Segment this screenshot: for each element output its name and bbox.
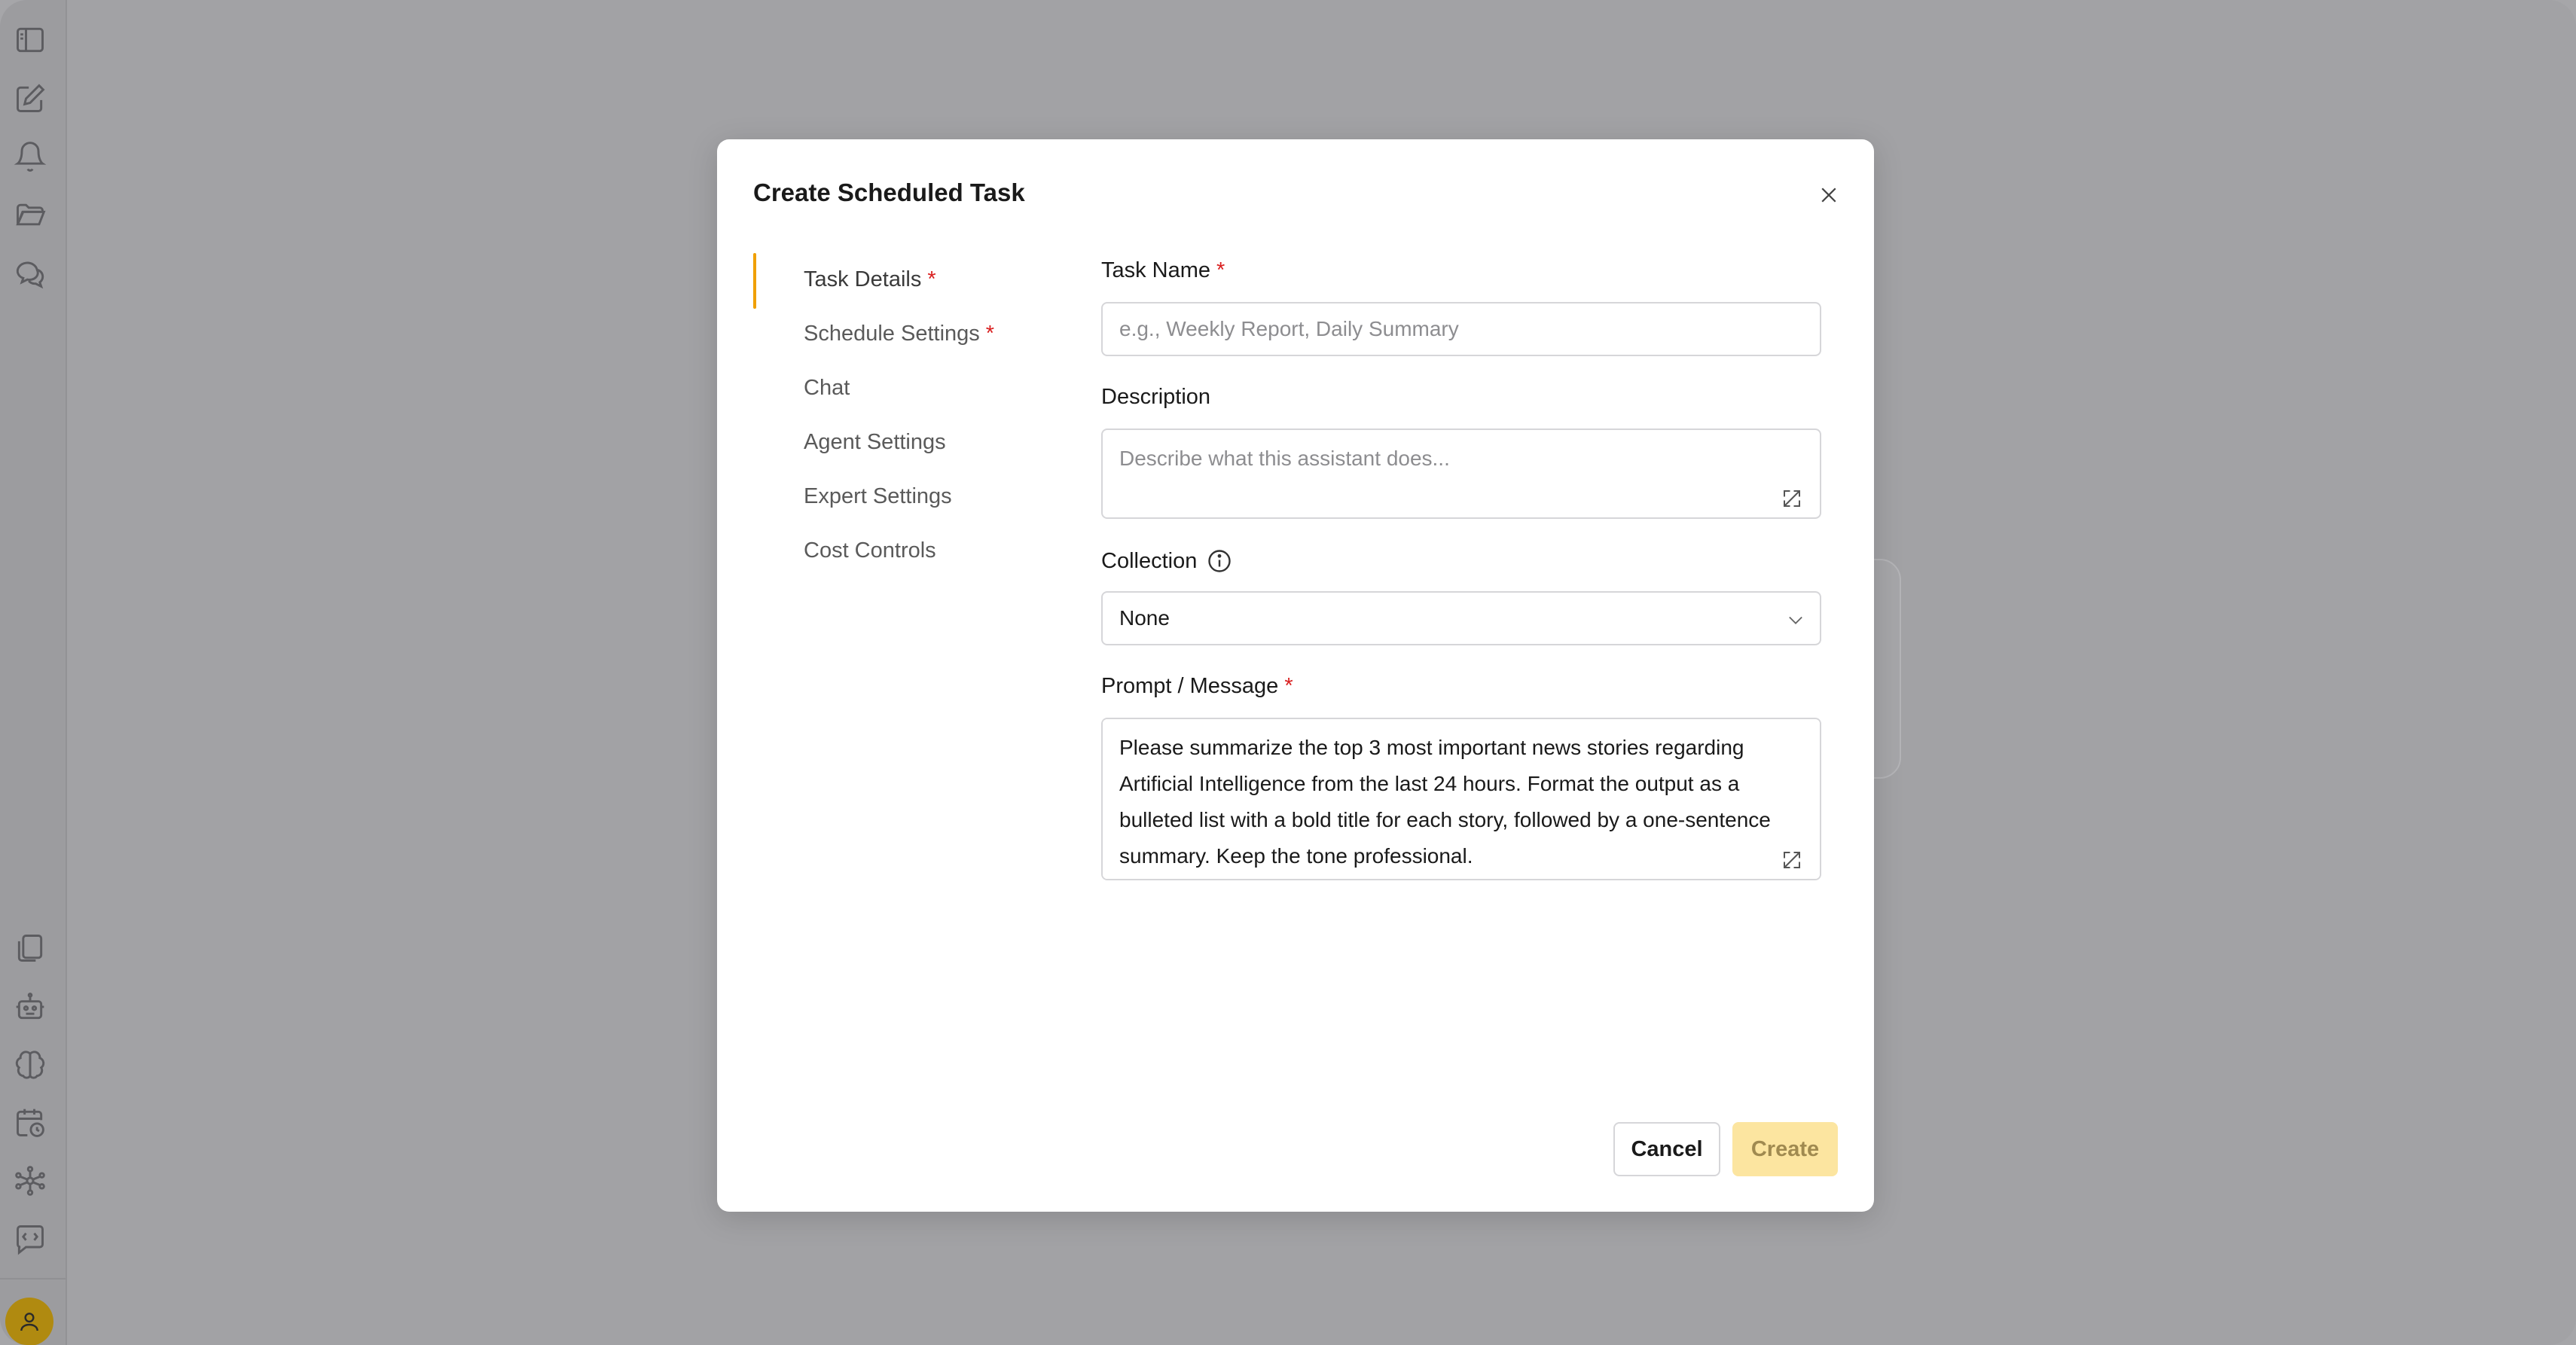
notifications-bell-icon[interactable] — [14, 140, 47, 173]
required-asterisk: * — [1216, 258, 1225, 282]
required-asterisk: * — [1284, 674, 1293, 698]
active-nav-indicator — [753, 253, 756, 309]
chevron-down-icon — [1785, 609, 1806, 630]
collection-select[interactable]: None — [1101, 591, 1821, 645]
brain-icon[interactable] — [14, 1048, 47, 1081]
sidebar-divider — [0, 1278, 66, 1279]
cancel-button[interactable]: Cancel — [1613, 1122, 1720, 1176]
task-name-input[interactable] — [1101, 302, 1821, 356]
nav-item-task-details[interactable]: Task Details * — [804, 267, 936, 292]
avatar[interactable] — [5, 1298, 53, 1345]
description-label: Description — [1101, 385, 1211, 409]
app-window: Create Scheduled Task Task Details * Sche… — [0, 0, 2576, 1345]
sidebar-toggle-icon[interactable] — [14, 23, 47, 56]
task-name-label: Task Name * — [1101, 258, 1225, 282]
nav-item-agent-settings[interactable]: Agent Settings — [804, 430, 946, 455]
code-chat-icon[interactable] — [14, 1222, 47, 1255]
new-chat-icon[interactable] — [14, 82, 47, 115]
dialog-title: Create Scheduled Task — [753, 178, 1025, 206]
folder-icon[interactable] — [14, 198, 47, 231]
create-scheduled-task-dialog: Create Scheduled Task — [717, 139, 1874, 1212]
nav-item-chat[interactable]: Chat — [804, 376, 850, 401]
expand-icon[interactable] — [1781, 487, 1803, 510]
prompt-label: Prompt / Message * — [1101, 674, 1293, 698]
prompt-textarea[interactable] — [1101, 718, 1821, 880]
create-button[interactable]: Create — [1732, 1122, 1838, 1176]
nav-item-schedule-settings[interactable]: Schedule Settings * — [804, 322, 994, 346]
workflow-network-icon[interactable] — [14, 1164, 47, 1197]
close-button[interactable] — [1812, 178, 1845, 212]
documents-icon[interactable] — [14, 932, 47, 965]
close-icon — [1821, 188, 1836, 203]
robot-icon[interactable] — [14, 990, 47, 1023]
chats-icon[interactable] — [14, 256, 47, 289]
nav-item-expert-settings[interactable]: Expert Settings — [804, 484, 952, 509]
user-icon — [20, 1313, 38, 1331]
collection-selected-value: None — [1119, 606, 1170, 630]
expand-icon[interactable] — [1781, 849, 1803, 871]
required-asterisk: * — [985, 322, 995, 346]
required-asterisk: * — [927, 267, 936, 291]
description-textarea[interactable] — [1101, 429, 1821, 519]
info-icon[interactable] — [1206, 547, 1233, 575]
collection-label: Collection — [1101, 547, 1233, 575]
sidebar — [0, 0, 67, 1345]
nav-item-cost-controls[interactable]: Cost Controls — [804, 538, 936, 563]
scheduled-calendar-icon[interactable] — [14, 1106, 47, 1139]
